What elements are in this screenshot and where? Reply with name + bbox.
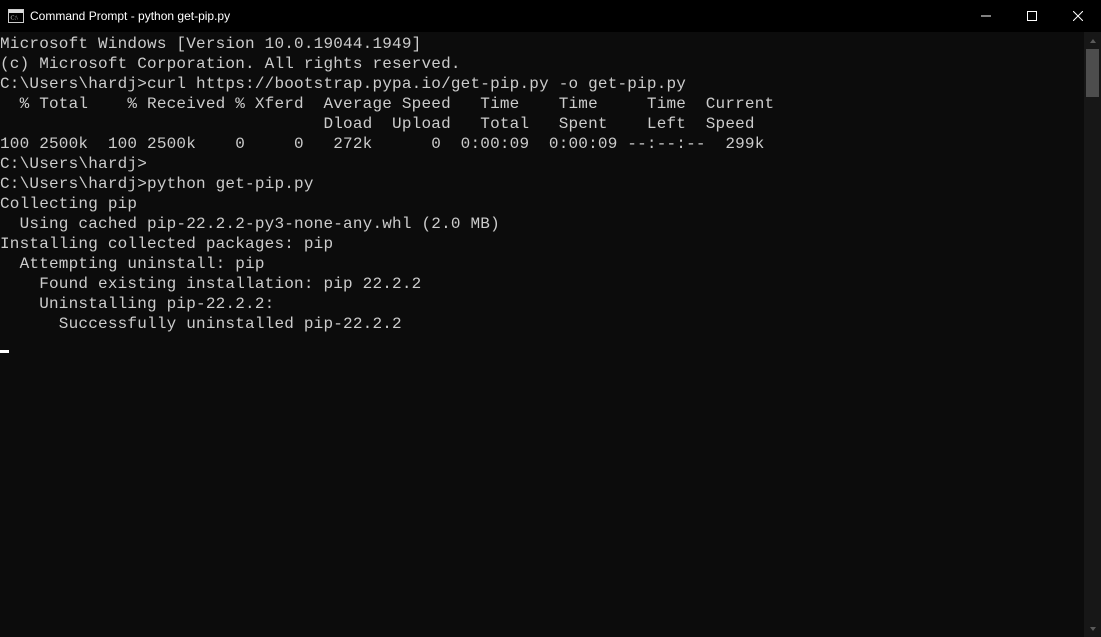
window-title: Command Prompt - python get-pip.py (30, 9, 230, 23)
terminal-line: Microsoft Windows [Version 10.0.19044.19… (0, 34, 1084, 54)
terminal-line: Found existing installation: pip 22.2.2 (0, 274, 1084, 294)
terminal-output[interactable]: Microsoft Windows [Version 10.0.19044.19… (0, 32, 1084, 637)
maximize-button[interactable] (1009, 0, 1055, 32)
terminal-line (0, 334, 1084, 354)
scroll-down-icon[interactable] (1084, 620, 1101, 637)
terminal-line: Collecting pip (0, 194, 1084, 214)
close-button[interactable] (1055, 0, 1101, 32)
terminal-line: C:\Users\hardj> (0, 154, 1084, 174)
scrollbar[interactable] (1084, 32, 1101, 637)
scroll-up-icon[interactable] (1084, 32, 1101, 49)
terminal-line: (c) Microsoft Corporation. All rights re… (0, 54, 1084, 74)
terminal-line: C:\Users\hardj>curl https://bootstrap.py… (0, 74, 1084, 94)
scroll-thumb[interactable] (1086, 49, 1099, 97)
terminal-line: Successfully uninstalled pip-22.2.2 (0, 314, 1084, 334)
cmd-icon: C:\ (8, 8, 24, 24)
terminal-line: 100 2500k 100 2500k 0 0 272k 0 0:00:09 0… (0, 134, 1084, 154)
terminal-line: % Total % Received % Xferd Average Speed… (0, 94, 1084, 114)
titlebar: C:\ Command Prompt - python get-pip.py (0, 0, 1101, 32)
titlebar-left: C:\ Command Prompt - python get-pip.py (0, 8, 230, 24)
terminal-line: Installing collected packages: pip (0, 234, 1084, 254)
terminal-line: C:\Users\hardj>python get-pip.py (0, 174, 1084, 194)
terminal-area: Microsoft Windows [Version 10.0.19044.19… (0, 32, 1101, 637)
minimize-button[interactable] (963, 0, 1009, 32)
svg-text:C:\: C:\ (11, 16, 19, 22)
cursor (0, 350, 9, 353)
terminal-line: Dload Upload Total Spent Left Speed (0, 114, 1084, 134)
terminal-line: Uninstalling pip-22.2.2: (0, 294, 1084, 314)
window-controls (963, 0, 1101, 32)
terminal-line: Using cached pip-22.2.2-py3-none-any.whl… (0, 214, 1084, 234)
terminal-line: Attempting uninstall: pip (0, 254, 1084, 274)
